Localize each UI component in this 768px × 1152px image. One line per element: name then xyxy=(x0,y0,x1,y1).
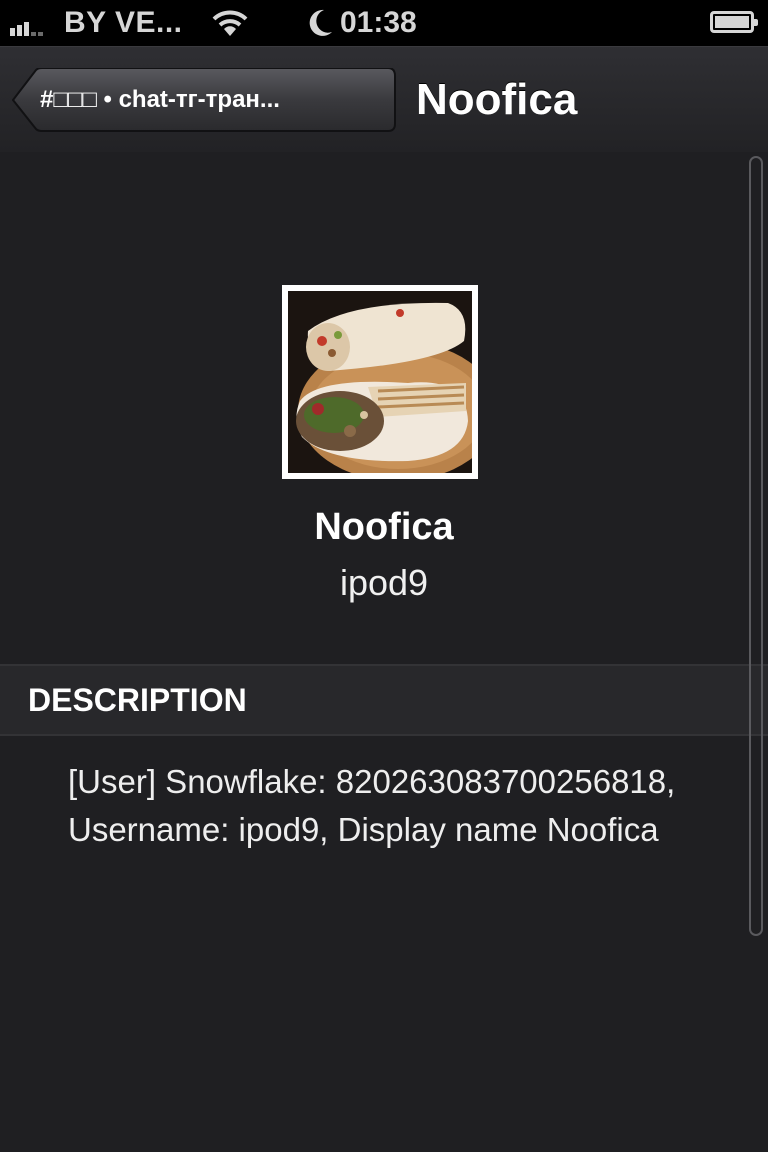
profile-content[interactable]: Noofica ipod9 DESCRIPTION [User] Snowfla… xyxy=(0,152,768,1152)
description-section-header: DESCRIPTION xyxy=(0,664,768,736)
status-bar: BY VE... 01:38 xyxy=(0,0,768,46)
profile-username: ipod9 xyxy=(339,562,429,603)
section-title: DESCRIPTION xyxy=(28,682,247,718)
description-text: [User] Snowflake: 820263083700256818, Us… xyxy=(68,763,676,848)
avatar[interactable] xyxy=(282,285,478,479)
navigation-bar: #□□□ • chat-тг-тран... Noofica xyxy=(0,46,768,154)
signal-strength-icon xyxy=(10,14,43,36)
screen: BY VE... 01:38 #□□□ • chat-тг-тран... No… xyxy=(0,0,768,1152)
scrollbar[interactable] xyxy=(749,156,763,936)
carrier-name: BY VE... xyxy=(64,6,183,39)
wifi-icon xyxy=(212,8,248,46)
profile-header: Noofica ipod9 xyxy=(0,152,768,664)
status-time: 01:38 xyxy=(340,6,417,39)
battery-icon xyxy=(710,11,758,33)
page-title: Noofica xyxy=(416,75,578,124)
back-button-label: #□□□ • chat-тг-тран... xyxy=(40,86,280,113)
avatar-shawarma-image xyxy=(288,291,472,473)
profile-display-name: Noofica xyxy=(314,506,454,548)
back-button[interactable]: #□□□ • chat-тг-тран... xyxy=(12,68,396,132)
do-not-disturb-moon-icon xyxy=(306,7,334,47)
